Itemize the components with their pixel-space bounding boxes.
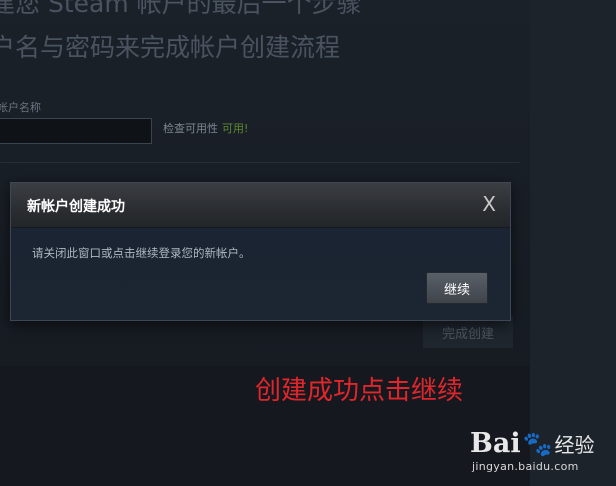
- watermark-url: jingyan.baidu.com: [472, 460, 579, 473]
- check-availability-label[interactable]: 检查可用性: [163, 122, 218, 135]
- logo-jingyan-text: 经验: [554, 433, 595, 457]
- continue-button[interactable]: 继续: [426, 272, 488, 304]
- success-dialog: 新帐户创建成功 X 请关闭此窗口或点击继续登录您的新帐户。 继续: [10, 182, 511, 321]
- check-availability[interactable]: 检查可用性 可用!: [163, 120, 248, 136]
- background-divider: [0, 162, 520, 163]
- account-name-label: 帐户名称: [0, 101, 41, 114]
- dialog-body: 请关闭此窗口或点击继续登录您的新帐户。 继续: [11, 228, 510, 320]
- close-icon[interactable]: X: [482, 192, 496, 216]
- annotation-text: 创建成功点击继续: [255, 376, 464, 406]
- background-title-line2: 户名与密码来完成帐户创建流程: [0, 33, 341, 62]
- paw-icon: 🐾: [522, 429, 553, 458]
- dialog-title: 新帐户创建成功: [27, 199, 125, 215]
- dialog-header: 新帐户创建成功 X: [11, 183, 510, 228]
- dialog-message: 请关闭此窗口或点击继续登录您的新帐户。: [32, 246, 251, 260]
- account-name-input[interactable]: [0, 118, 152, 144]
- background-title-line1: 建您 Steam 帐户的最后一个步骤: [0, 0, 362, 18]
- logo-bai-text: Bai: [470, 428, 521, 459]
- baidu-jingyan-logo: Bai 🐾 经验: [470, 428, 594, 459]
- availability-status: 可用!: [222, 122, 249, 135]
- background-right-strip: [530, 0, 616, 486]
